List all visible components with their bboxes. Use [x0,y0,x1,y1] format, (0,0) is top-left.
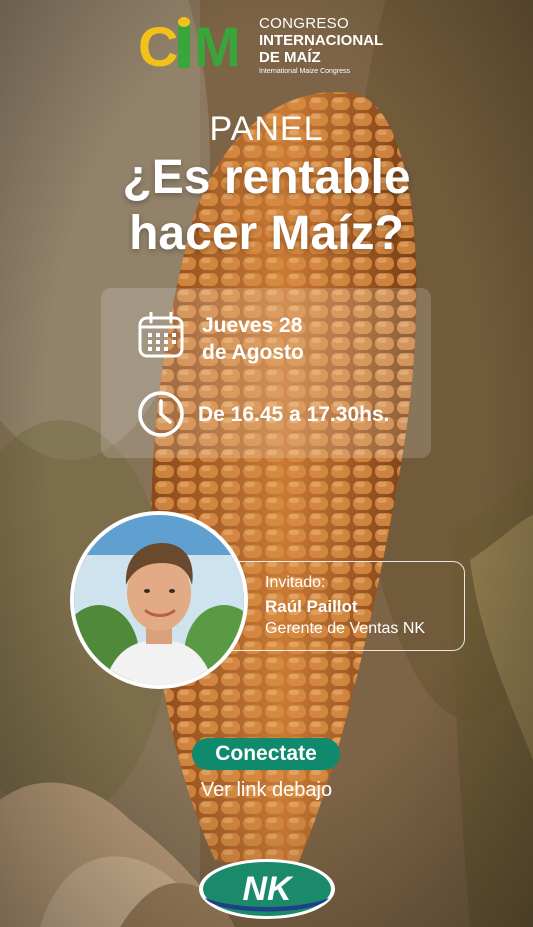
cim-logo-mark: C M [138,16,241,74]
promo-poster: C M CONGRESO INTERNACIONAL DE MAÍZ Inter… [0,0,533,927]
guest-role: Invitado: [265,574,326,591]
guest-info-box: Invitado: Raúl Paillot Gerente de Ventas… [220,561,465,651]
svg-text:M: M [194,16,241,74]
logo-line-3: DE MAÍZ [259,49,321,66]
guest-portrait [74,515,244,685]
connect-button[interactable]: Conectate [192,738,340,770]
logo-line-4: International Maize Congress [259,68,351,75]
event-time: De 16.45 a 17.30hs. [198,403,390,426]
logo-line-2: INTERNACIONAL [259,32,384,49]
logo-wordmark: CONGRESO INTERNACIONAL DE MAÍZ Internati… [259,16,383,75]
guest-photo [70,511,248,689]
guest-name: Raúl Paillot [265,597,358,616]
nk-sponsor-logo: NK [199,859,335,919]
date-line-1: Jueves 28 [202,314,303,337]
title-line-1: ¿Es rentable [122,151,411,204]
nk-logo-text: NK [242,870,294,908]
guest-job-title: Gerente de Ventas NK [265,620,426,637]
event-title: ¿Es rentable hacer Maíz? [0,150,533,262]
clock-icon [138,391,184,437]
title-line-2: hacer Maíz? [129,207,404,260]
panel-label: PANEL [209,110,324,148]
logo-line-1: CONGRESO [259,15,349,32]
event-date: Jueves 28 de Agosto [202,312,402,366]
congress-logo: C M CONGRESO INTERNACIONAL DE MAÍZ Inter… [138,14,400,76]
link-below-text: Ver link debajo [200,779,333,801]
svg-text:C: C [138,16,178,74]
calendar-icon [138,312,184,358]
date-line-2: de Agosto [202,341,304,364]
